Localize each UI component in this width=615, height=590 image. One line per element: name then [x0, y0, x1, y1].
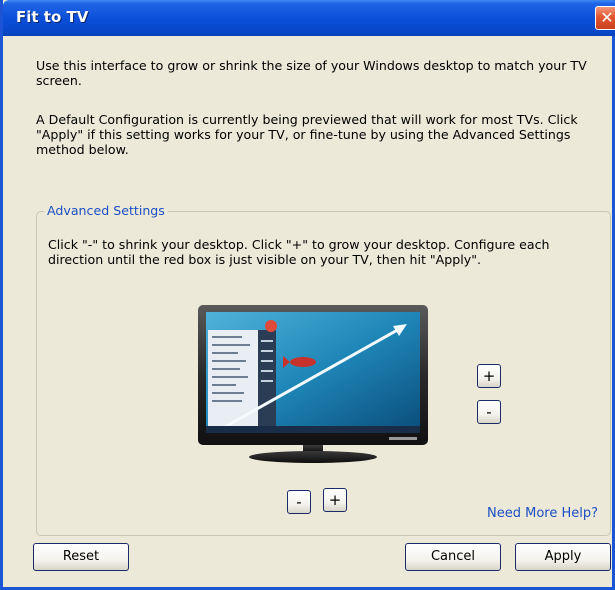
title-bar[interactable]: Fit to TV ✕ — [3, 0, 615, 36]
horizontal-minus-button[interactable]: - — [287, 490, 311, 514]
advanced-settings-title: Advanced Settings — [44, 203, 168, 218]
tv-monitor-icon — [198, 305, 428, 463]
vertical-plus-button[interactable]: + — [477, 364, 501, 388]
intro-paragraph-1: Use this interface to grow or shrink the… — [36, 58, 587, 88]
window-title: Fit to TV — [16, 8, 89, 26]
close-icon: ✕ — [600, 8, 614, 27]
intro-paragraph-2: A Default Configuration is currently bei… — [36, 112, 578, 157]
need-more-help-link[interactable]: Need More Help? — [487, 506, 598, 521]
horizontal-plus-button[interactable]: + — [323, 488, 347, 512]
fit-to-tv-window: Fit to TV ✕ Use this interface to grow o… — [0, 0, 615, 590]
apply-button[interactable]: Apply — [515, 543, 611, 571]
cancel-button[interactable]: Cancel — [405, 543, 501, 571]
reset-button[interactable]: Reset — [33, 543, 129, 571]
advanced-instructions: Click "-" to shrink your desktop. Click … — [48, 237, 550, 267]
vertical-minus-button[interactable]: - — [477, 400, 501, 424]
close-button[interactable]: ✕ — [595, 6, 615, 30]
